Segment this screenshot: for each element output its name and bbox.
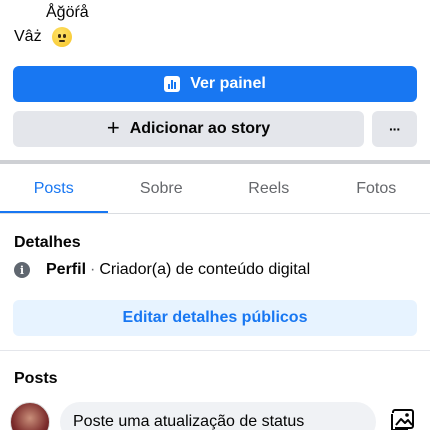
add-to-story-button[interactable]: + Adicionar ao story xyxy=(13,111,364,147)
view-dashboard-button[interactable]: Ver painel xyxy=(13,66,417,102)
more-options-button[interactable]: ··· xyxy=(372,111,417,147)
profile-name-text: Vâż xyxy=(14,28,42,45)
posts-heading: Posts xyxy=(14,370,58,387)
tab-about[interactable]: Sobre xyxy=(108,164,216,214)
tabs-divider xyxy=(0,213,430,214)
photo-icon[interactable] xyxy=(390,408,416,430)
status-placeholder: Poste uma atualização de status xyxy=(73,413,305,430)
status-update-input[interactable]: Poste uma atualização de status xyxy=(60,402,376,430)
profile-name-line1: Åğöŕå xyxy=(46,4,89,21)
info-icon: i xyxy=(14,262,30,278)
avatar[interactable] xyxy=(10,402,50,430)
profile-name-line2: Vâż xyxy=(14,27,72,47)
plus-icon: + xyxy=(106,115,120,140)
view-dashboard-label: Ver painel xyxy=(190,75,266,92)
more-dots-icon: ··· xyxy=(389,121,401,137)
profile-category-row: i Perfil · Criador(a) de conteúdo digital xyxy=(14,261,310,279)
add-to-story-label: Adicionar ao story xyxy=(129,120,271,137)
dashboard-icon xyxy=(164,76,181,92)
profile-category: Criador(a) de conteúdo digital xyxy=(99,261,311,278)
profile-tabs: Posts Sobre Reels Fotos xyxy=(0,164,430,214)
separator-dot: · xyxy=(90,261,96,278)
edit-public-details-button[interactable]: Editar detalhes públicos xyxy=(13,300,417,336)
smiley-emoji-icon xyxy=(51,27,72,47)
posts-divider xyxy=(0,350,430,351)
details-heading: Detalhes xyxy=(14,234,81,251)
tab-photos[interactable]: Fotos xyxy=(323,164,430,214)
tab-posts[interactable]: Posts xyxy=(0,164,108,214)
tab-reels[interactable]: Reels xyxy=(215,164,323,214)
profile-label: Perfil xyxy=(46,261,87,278)
